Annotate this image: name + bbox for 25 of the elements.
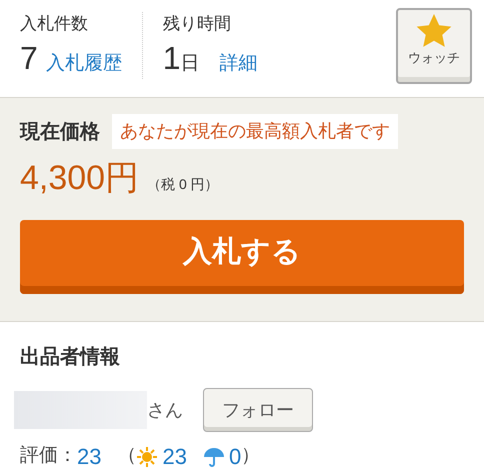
bid-count-label: 入札件数 (20, 13, 89, 35)
current-price: 4,300円 (20, 158, 140, 199)
seller-info-heading: 出品者情報 (20, 345, 121, 370)
star-icon (416, 14, 452, 48)
bad-rating: 0 (228, 443, 242, 471)
bid-count: 7 (20, 40, 38, 76)
time-left-value: 1 (162, 40, 181, 76)
open-paren: （ (117, 444, 136, 468)
time-left-label: 残り時間 (162, 13, 232, 35)
close-paren: ） (241, 444, 260, 468)
rating-link[interactable]: 23 (77, 440, 102, 473)
current-price-label: 現在価格 (20, 120, 100, 144)
umbrella-icon (202, 446, 225, 468)
time-left-unit: 日 (180, 52, 200, 76)
bid-history-link[interactable]: 入札履歴 (46, 50, 122, 78)
rating-label: 評価： (20, 444, 77, 468)
name-suffix: さん (147, 398, 183, 422)
details-link[interactable]: 詳細 (220, 50, 258, 78)
watch-button[interactable]: ウォッチ (396, 8, 472, 84)
sun-icon (136, 446, 158, 468)
bid-button[interactable]: 入札する (20, 220, 464, 294)
good-rating: 23 (162, 443, 187, 471)
highest-bidder-notice: あなたが現在の最高額入札者です (112, 114, 398, 149)
follow-button[interactable]: フォロー (203, 388, 313, 432)
tax-amount: （税 0 円） (147, 175, 219, 194)
